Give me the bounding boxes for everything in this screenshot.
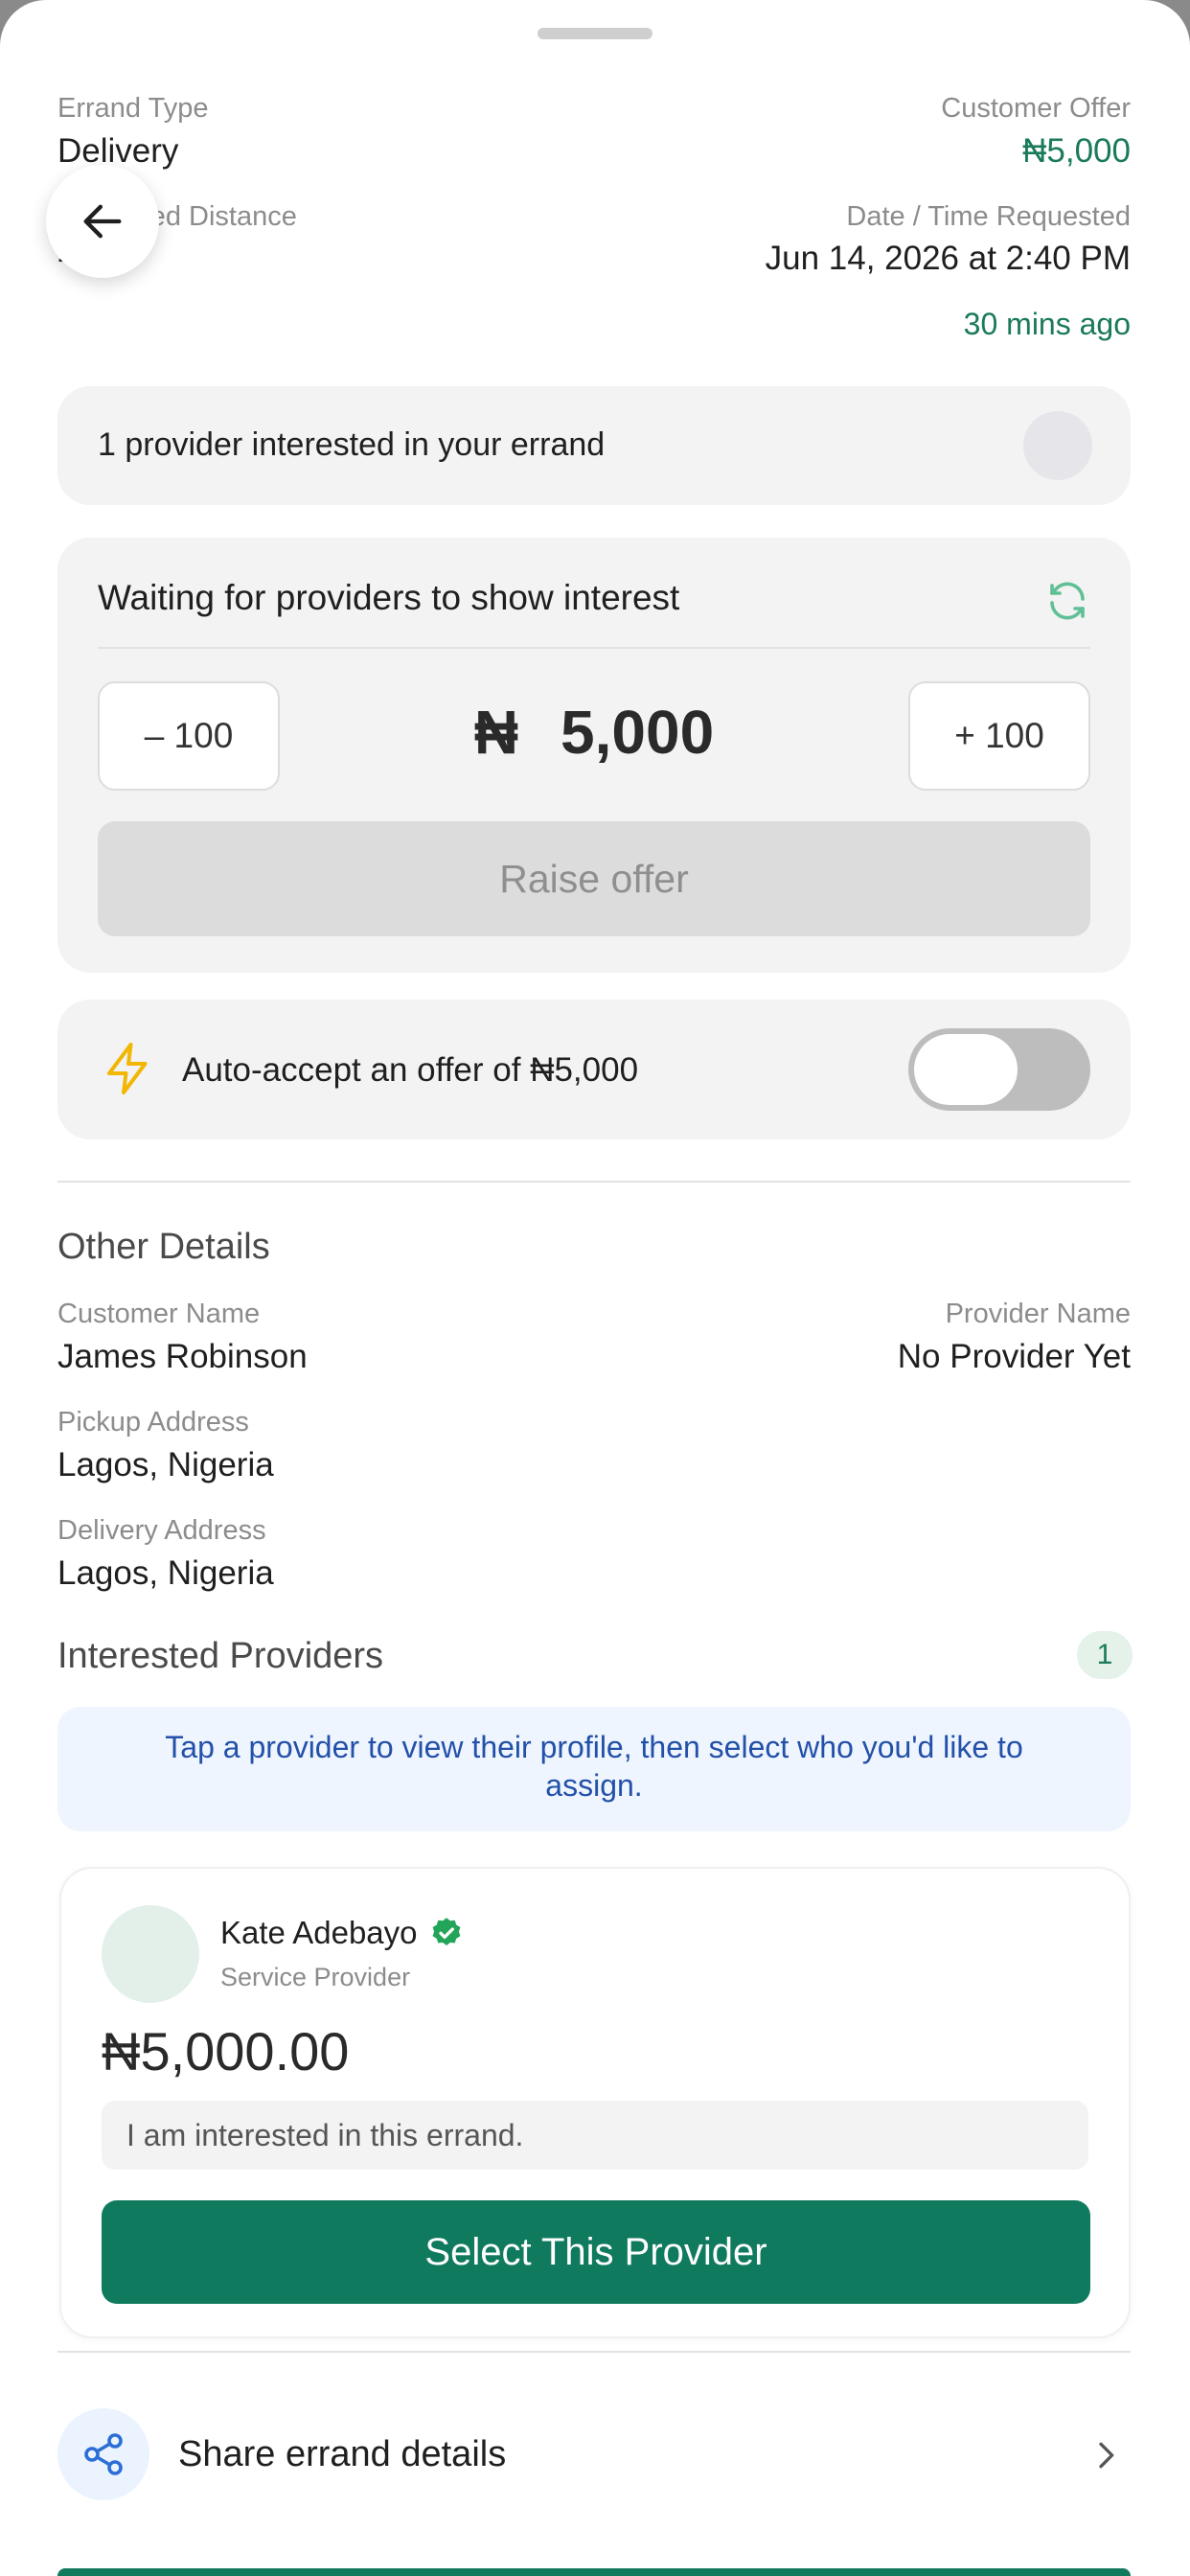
offer-card: Waiting for providers to show interest –… — [57, 538, 1131, 973]
customer-name-value: James Robinson — [57, 1338, 308, 1375]
offer-amount: 5,000 — [561, 698, 715, 767]
avatar — [102, 1905, 199, 2003]
errand-type-value: Delivery — [57, 132, 179, 170]
section-divider — [57, 1181, 1131, 1183]
date-time-value: Jun 14, 2026 at 2:40 PM — [765, 240, 1131, 277]
pickup-address-label: Pickup Address — [57, 1407, 249, 1438]
provider-name-value: No Provider Yet — [897, 1338, 1131, 1375]
share-divider — [57, 2351, 1131, 2353]
provider-price: ₦5,000.00 — [102, 2021, 350, 2082]
share-errand-label: Share errand details — [178, 2434, 507, 2474]
verified-badge-icon — [432, 1918, 460, 1946]
provider-name-label: Provider Name — [945, 1299, 1131, 1329]
customer-offer-label: Customer Offer — [941, 93, 1131, 124]
interested-providers-heading: Interested Providers — [57, 1636, 384, 1676]
toggle-knob — [914, 1034, 1018, 1105]
provider-avatar-placeholder — [1023, 411, 1092, 480]
auto-accept-toggle[interactable] — [908, 1028, 1090, 1111]
auto-accept-card: Auto-accept an offer of ₦5,000 — [57, 1000, 1131, 1139]
select-provider-button[interactable]: Select This Provider — [102, 2200, 1090, 2304]
increase-offer-button[interactable]: + 100 — [908, 681, 1090, 791]
offer-divider — [98, 647, 1090, 649]
customer-name-label: Customer Name — [57, 1299, 261, 1329]
provider-info-banner: Tap a provider to view their profile, th… — [57, 1707, 1131, 1831]
provider-name: Kate Adebayo — [220, 1915, 418, 1950]
auto-accept-text: Auto-accept an offer of ₦5,000 — [182, 1051, 639, 1089]
provider-role: Service Provider — [220, 1963, 411, 1991]
date-time-label: Date / Time Requested — [846, 201, 1131, 232]
errand-type-label: Errand Type — [57, 93, 209, 124]
refresh-icon[interactable] — [1044, 578, 1090, 624]
arrow-left-icon — [83, 204, 122, 239]
provider-count-badge: 1 — [1077, 1631, 1133, 1679]
offer-currency: ₦ — [473, 698, 519, 767]
interest-text: 1 provider interested in your errand — [98, 426, 606, 463]
sheet-grab-handle[interactable] — [538, 28, 652, 39]
other-details-heading: Other Details — [57, 1227, 270, 1267]
pickup-address-value: Lagos, Nigeria — [57, 1446, 274, 1484]
share-icon — [84, 2433, 123, 2475]
chevron-right-icon — [1099, 2442, 1114, 2469]
time-ago: 30 mins ago — [963, 307, 1131, 341]
interest-card[interactable]: 1 provider interested in your errand — [57, 386, 1131, 505]
provider-message: I am interested in this errand. — [102, 2101, 1088, 2170]
bottom-sheet: Errand Type Delivery Customer Offer ₦5,0… — [0, 0, 1190, 2576]
raise-offer-button[interactable]: Raise offer — [98, 821, 1090, 936]
delivery-address-label: Delivery Address — [57, 1515, 266, 1546]
back-button[interactable] — [46, 165, 159, 278]
customer-offer-value: ₦5,000 — [1022, 132, 1131, 170]
bottom-action-edge — [57, 2568, 1131, 2576]
lightning-icon — [107, 1043, 148, 1094]
provider-card[interactable]: Kate Adebayo Service Provider ₦5,000.00 … — [59, 1867, 1131, 2338]
waiting-text: Waiting for providers to show interest — [98, 578, 680, 617]
provider-name-row: Kate Adebayo — [220, 1915, 464, 1951]
share-icon-wrap — [57, 2408, 149, 2500]
delivery-address-value: Lagos, Nigeria — [57, 1554, 274, 1592]
